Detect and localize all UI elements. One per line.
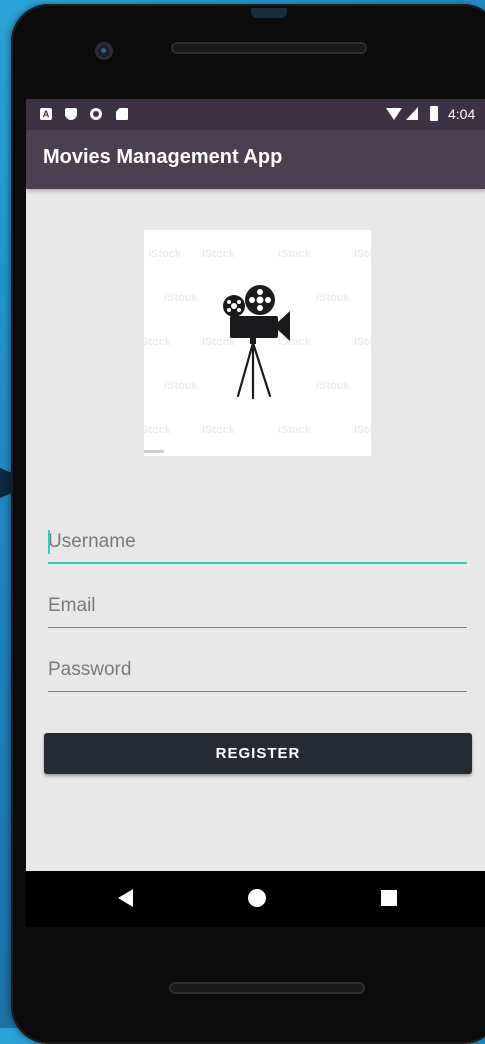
- status-bar: A 4:04: [26, 99, 485, 130]
- top-notch: [251, 8, 287, 18]
- password-field[interactable]: [48, 652, 467, 692]
- username-underline: [48, 562, 467, 564]
- image-loading-bar: [144, 450, 164, 453]
- password-underline: [48, 691, 467, 692]
- wifi-icon: [386, 108, 402, 120]
- signal-icon: [406, 107, 418, 120]
- register-button[interactable]: REGISTER: [44, 733, 472, 774]
- bottom-speaker: [169, 982, 365, 994]
- password-input[interactable]: [48, 652, 467, 688]
- app-title: Movies Management App: [43, 146, 283, 168]
- sd-card-icon: [116, 108, 128, 120]
- status-time: 4:04: [448, 106, 476, 122]
- email-field[interactable]: [48, 588, 467, 628]
- front-camera-icon: [95, 42, 113, 60]
- movie-camera-icon: [223, 285, 290, 400]
- shield-icon: [65, 108, 77, 120]
- navigation-bar: [26, 871, 485, 927]
- text-cursor: [48, 530, 50, 554]
- username-field[interactable]: [48, 524, 467, 564]
- a-box-icon: A: [40, 108, 52, 120]
- app-screen: A 4:04 Movies Management App iStock iSto…: [26, 99, 485, 927]
- app-logo: iStock iStock iStock iStock iStock iStoc…: [144, 230, 371, 456]
- recents-icon[interactable]: [381, 890, 397, 906]
- earpiece-speaker: [171, 42, 367, 54]
- username-input[interactable]: [48, 524, 467, 560]
- battery-icon: [430, 106, 438, 121]
- email-underline: [48, 627, 467, 628]
- app-bar: Movies Management App: [26, 130, 485, 189]
- circle-icon: [90, 108, 102, 120]
- back-icon[interactable]: [118, 889, 133, 907]
- home-icon[interactable]: [248, 889, 266, 907]
- email-input[interactable]: [48, 588, 467, 624]
